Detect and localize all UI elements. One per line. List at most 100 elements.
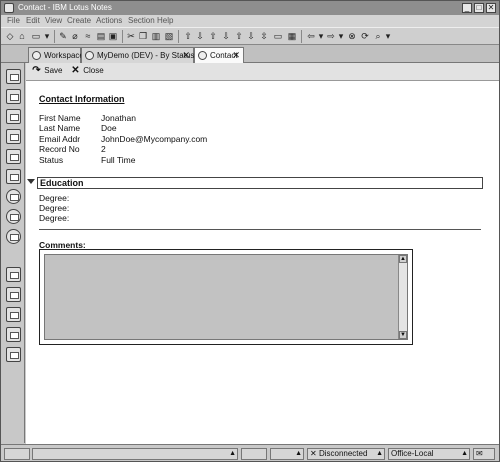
chevron-down-icon[interactable]: ▾	[316, 31, 326, 42]
menu-create[interactable]: Create	[67, 16, 91, 25]
server-selector[interactable]: Office-Local ▲	[388, 448, 470, 460]
close-window-button[interactable]: ✕	[486, 3, 496, 13]
document-pane: ↷ Save ✕ Close Contact Information First…	[26, 63, 499, 444]
menu-bar: File Edit View Create Actions Section He…	[1, 15, 499, 27]
open-icon[interactable]: ◇	[5, 31, 15, 42]
attach-icon[interactable]: ⌀	[70, 31, 80, 42]
clipboard-icon[interactable]: ▧	[164, 31, 174, 42]
menu-help[interactable]: Help	[157, 16, 173, 25]
arrow-down-outline-icon[interactable]: ⇩	[221, 31, 231, 42]
toolbar: ◇ ⌂ ▭ ▾ ✎ ⌀ ≈ ▤ ▣ ✂ ❐ ▥ ▧ ⇧ ⇩ ⇧ ⇩ ⇧ ⇩ ⇳ …	[1, 27, 499, 45]
bookmark-web-icon[interactable]	[6, 209, 21, 224]
action-bar: ↷ Save ✕ Close	[26, 63, 499, 81]
arrow-down-icon[interactable]: ⇩	[195, 31, 205, 42]
server-value: Office-Local	[391, 449, 434, 458]
notes-window: Contact - IBM Lotus Notes _ □ ✕ File Edi…	[0, 0, 500, 462]
signal-icon[interactable]	[241, 448, 267, 460]
print-icon[interactable]: ▤	[96, 31, 106, 42]
menu-section[interactable]: Section	[128, 16, 155, 25]
minimize-button[interactable]: _	[462, 3, 472, 13]
bookmark-replicator-icon[interactable]	[6, 169, 21, 184]
forward-icon[interactable]: ⇨	[326, 31, 336, 42]
menu-file[interactable]: File	[7, 16, 20, 25]
status-value[interactable]: Full Time	[101, 155, 135, 165]
menu-edit[interactable]: Edit	[26, 16, 40, 25]
workspace-icon	[32, 51, 41, 60]
close-label: Close	[83, 66, 104, 75]
tab-workspace[interactable]: Workspace	[28, 47, 84, 63]
zoom-icon[interactable]: ▣	[108, 31, 118, 42]
status-text-area[interactable]: ▲	[32, 448, 238, 460]
document-properties-icon[interactable]: ▭	[273, 31, 283, 42]
bookmark-folder-3-icon[interactable]	[6, 307, 21, 322]
chevron-down-icon[interactable]: ▾	[383, 31, 393, 42]
refresh-icon[interactable]: ⟳	[360, 31, 370, 42]
bookmark-folder-4-icon[interactable]	[6, 327, 21, 342]
status-bar: ▲ ▲ ✕ Disconnected ▲ Office-Local ▲ ✉	[1, 444, 499, 461]
close-x-icon: ✕	[71, 65, 80, 76]
record-no-value[interactable]: 2	[101, 144, 106, 154]
paste-icon[interactable]: ▥	[151, 31, 161, 42]
bookmark-contacts-icon[interactable]	[6, 129, 21, 144]
tab-contact[interactable]: Contact ✕	[194, 47, 244, 64]
first-name-value[interactable]: Jonathan	[101, 113, 136, 123]
bookmark-globe-icon[interactable]	[6, 229, 21, 244]
location-selector[interactable]: ✕ Disconnected ▲	[307, 448, 385, 460]
copy-icon[interactable]: ❐	[138, 31, 148, 42]
toolbar-divider	[122, 30, 123, 43]
tab-mydemo-by-status[interactable]: MyDemo (DEV) - By Status ✕	[81, 47, 194, 63]
comments-scrollbar[interactable]: ▲ ▼	[398, 255, 407, 339]
bookmark-chat-icon[interactable]	[6, 189, 21, 204]
email-value[interactable]: JohnDoe@Mycompany.com	[101, 134, 207, 144]
bookmark-calendar-icon[interactable]	[6, 109, 21, 124]
unread-down-icon[interactable]: ⇩	[246, 31, 256, 42]
arrow-up-icon[interactable]: ⇧	[183, 31, 193, 42]
outline-icon[interactable]: ▦	[287, 31, 297, 42]
last-name-value[interactable]: Doe	[101, 123, 117, 133]
window-tab-bar: Workspace MyDemo (DEV) - By Status ✕ Con…	[1, 45, 499, 64]
inbox-status-icon[interactable]: ✉	[473, 448, 495, 460]
save-button[interactable]: ↷ Save	[31, 66, 62, 76]
close-button[interactable]: ✕ Close	[70, 65, 104, 76]
bookmark-todo-icon[interactable]	[6, 149, 21, 164]
maximize-button[interactable]: □	[474, 3, 484, 13]
home-icon[interactable]: ⌂	[17, 31, 27, 42]
edit-pencil-icon[interactable]: ✎	[58, 31, 68, 42]
bookmark-mail-icon[interactable]	[6, 89, 21, 104]
folder-icon[interactable]: ▭	[31, 31, 41, 42]
scroll-down-icon[interactable]: ▼	[399, 331, 407, 339]
record-no-label: Record No	[39, 144, 80, 154]
unread-up-icon[interactable]: ⇧	[234, 31, 244, 42]
tab-close-icon[interactable]: ✕	[182, 50, 190, 61]
back-icon[interactable]: ⇦	[306, 31, 316, 42]
education-section-header[interactable]: Education	[37, 177, 483, 189]
menu-view[interactable]: View	[45, 16, 62, 25]
dropdown-arrow-icon[interactable]: ▾	[42, 31, 52, 42]
bookmark-folder-2-icon[interactable]	[6, 287, 21, 302]
arrow-up-outline-icon[interactable]: ⇧	[208, 31, 218, 42]
toolbar-divider	[301, 30, 302, 43]
navigate-next-icon[interactable]: ⇳	[259, 31, 269, 42]
bookmark-calendar-grid-icon[interactable]	[6, 69, 21, 84]
degree-label-2: Degree:	[39, 203, 70, 213]
section-twisty-icon[interactable]	[27, 179, 35, 184]
chevron-up-icon: ▲	[229, 450, 236, 457]
toolbar-divider	[54, 30, 55, 43]
tab-close-icon[interactable]: ✕	[232, 50, 240, 61]
degree-label-1: Degree:	[39, 193, 70, 203]
scroll-up-icon[interactable]: ▲	[399, 255, 407, 263]
menu-actions[interactable]: Actions	[96, 16, 122, 25]
title-bar: Contact - IBM Lotus Notes _ □ ✕	[1, 1, 499, 15]
access-level-icon[interactable]: ▲	[270, 448, 304, 460]
comments-field[interactable]: ▲ ▼	[44, 254, 408, 340]
stop-icon[interactable]: ⊗	[347, 31, 357, 42]
bookmark-folder-5-icon[interactable]	[6, 347, 21, 362]
search-icon[interactable]: ⌕	[373, 31, 383, 42]
spell-check-icon[interactable]: ≈	[83, 31, 93, 42]
lotus-notes-app-icon[interactable]	[4, 3, 14, 13]
bookmark-folder-1-icon[interactable]	[6, 267, 21, 282]
toolbar-divider	[178, 30, 179, 43]
cut-icon[interactable]: ✂	[126, 31, 136, 42]
chevron-down-icon[interactable]: ▾	[336, 31, 346, 42]
status-message-area[interactable]	[4, 448, 30, 460]
